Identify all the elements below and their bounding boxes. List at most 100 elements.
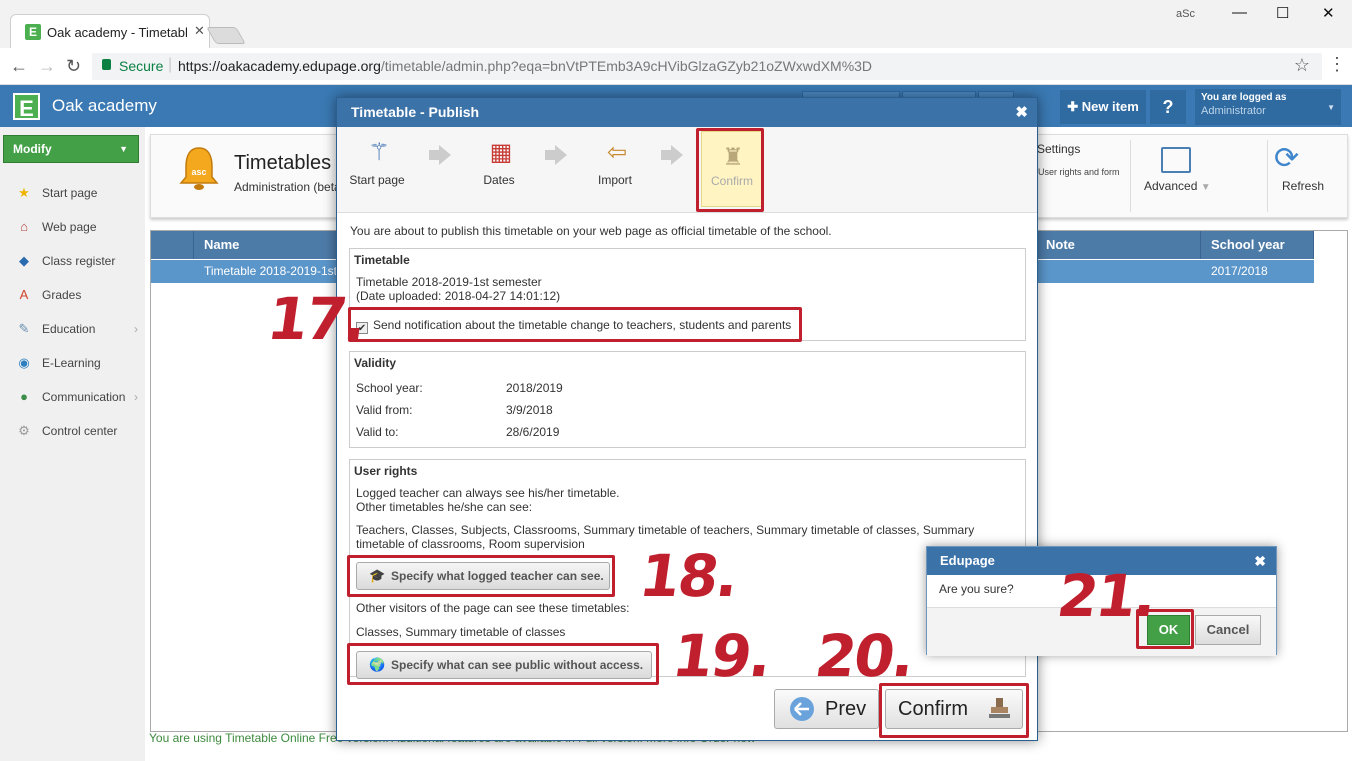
rights-teacher-line2: Other timetables he/she can see: [356, 500, 533, 514]
annotation-step-19: 19. [668, 622, 775, 690]
timetable-name: Timetable 2018-2019-1st semester [356, 275, 542, 289]
new-item-button[interactable]: ✚ New item [1060, 90, 1146, 124]
section-title: Validity [354, 356, 397, 370]
sidebar-item-label: Communication [42, 390, 126, 404]
step-start-page[interactable]: ⚚ Start page [339, 127, 415, 213]
new-item-label: New item [1081, 99, 1139, 114]
user-menu[interactable]: You are logged as Administrator ▼ [1195, 89, 1341, 125]
prev-button[interactable]: Prev [774, 689, 879, 729]
sidebar-item-e-learning[interactable]: ◉ E-Learning [16, 352, 140, 374]
login-user: Administrator [1201, 105, 1266, 117]
address-bar: ← → ↻ Secure | https://oakacademy.edupag… [0, 48, 1352, 85]
section-title: Timetable [354, 253, 410, 267]
wizard-steps: ⚚ Start page ▦ Dates ⇦ Import ♜ Confirm [337, 127, 1037, 213]
toolbar-divider [1267, 140, 1268, 212]
maximize-button[interactable]: ☐ [1276, 4, 1289, 22]
browser-tab[interactable]: E Oak academy - Timetable ✕ [10, 14, 210, 48]
sidebar-item-label: Start page [42, 186, 98, 200]
table-row-note[interactable] [1036, 260, 1201, 283]
settings-button[interactable]: Settings [1037, 142, 1080, 156]
step-dates[interactable]: ▦ Dates [461, 127, 537, 213]
cancel-button[interactable]: Cancel [1195, 615, 1261, 645]
step-label: Start page [349, 173, 405, 187]
annotation-step-17: 17. [263, 285, 370, 353]
sidebar-item-class-register[interactable]: ◆ Class register [16, 250, 140, 272]
forward-arrow-icon[interactable]: → [38, 56, 56, 77]
step-arrow-icon [661, 145, 683, 165]
dialog-title: Timetable - Publish [351, 104, 480, 120]
annotation-box-confirm-step [696, 128, 764, 212]
sidebar-item-label: Grades [42, 288, 82, 302]
sidebar-item-label: Web page [42, 220, 97, 234]
bell-text: asc [191, 167, 206, 177]
page-subtitle: Administration (beta) [234, 180, 345, 194]
sliders-icon[interactable] [1161, 147, 1191, 173]
toolbar-divider [1130, 140, 1131, 212]
extension-asc-icon[interactable]: aSc [1176, 8, 1195, 20]
validity-value: 3/9/2018 [506, 403, 553, 417]
refresh-icon[interactable]: ⟳ [1274, 141, 1299, 176]
help-button[interactable]: ? [1150, 90, 1186, 124]
sidebar-item-label: E-Learning [42, 356, 101, 370]
table-row-year[interactable]: 2017/2018 [1201, 260, 1314, 283]
table-row-select[interactable] [151, 260, 194, 283]
dialog-header: Timetable - Publish ✖ [337, 98, 1037, 127]
close-window-button[interactable]: ✕ [1322, 4, 1335, 22]
house-icon: ⌂ [20, 219, 28, 234]
settings-sub-label[interactable]: User rights and form [1038, 167, 1120, 177]
validity-label: Valid from: [356, 403, 413, 417]
edupage-logo-icon[interactable]: E [13, 93, 40, 121]
minimize-button[interactable]: — [1232, 4, 1247, 21]
annotation-step-20: 20. [811, 622, 918, 690]
sidebar-item-label: Control center [42, 424, 118, 438]
grades-icon: A [19, 287, 29, 302]
bell-icon: asc [179, 147, 219, 190]
sidebar-item-education[interactable]: ✎ Education › [16, 318, 140, 340]
sidebar-item-grades[interactable]: A Grades [16, 284, 140, 306]
annotation-step-18: 18. [635, 542, 742, 610]
sidebar-item-web-page[interactable]: ⌂ Web page [16, 216, 140, 238]
chevron-down-icon: ▼ [1327, 103, 1335, 112]
step-import[interactable]: ⇦ Import [577, 127, 653, 213]
validity-label: School year: [356, 381, 423, 395]
sidebar-item-label: Class register [42, 254, 116, 268]
validity-value: 28/6/2019 [506, 425, 560, 439]
timetable-uploaded: (Date uploaded: 2018-04-27 14:01:12) [356, 289, 561, 303]
rights-visitors-line: Other visitors of the page can see these… [356, 601, 630, 615]
annotation-box-confirm-button [879, 683, 1029, 738]
star-icon: ★ [18, 185, 30, 200]
url-field[interactable]: Secure | https://oakacademy.edupage.org/… [92, 53, 1322, 80]
url-path: /timetable/admin.php?eqa=bnVtPTEmb3A9cHV… [380, 58, 873, 74]
new-tab-button[interactable] [206, 27, 246, 44]
refresh-button[interactable]: Refresh [1282, 179, 1324, 193]
sidebar: Modify ▼ ★ Start page ⌂ Web page ◆ Class regis… [0, 127, 145, 761]
prev-label: Prev [825, 698, 867, 720]
school-name[interactable]: Oak academy [52, 96, 157, 116]
back-arrow-icon[interactable]: ← [10, 56, 28, 77]
alert-message: Are you sure? [939, 582, 1014, 596]
validity-label: Valid to: [356, 425, 399, 439]
rights-visitors-list: Classes, Summary timetable of classes [356, 625, 566, 639]
annotation-step-21: 21. [1053, 562, 1160, 630]
step-arrow-icon [429, 145, 451, 165]
close-icon[interactable]: ✖ [1015, 98, 1028, 127]
browser-tab-strip: E Oak academy - Timetable ✕ aSc — ☐ ✕ [0, 0, 1352, 48]
bookmark-star-icon[interactable]: ☆ [1294, 55, 1310, 76]
grid-header-note[interactable]: Note [1036, 231, 1201, 259]
chevron-right-icon: › [134, 322, 138, 336]
sidebar-item-communication[interactable]: ● Communication › [16, 386, 140, 408]
chevron-down-icon: ▼ [1200, 182, 1211, 193]
tab-close-icon[interactable]: ✕ [194, 23, 205, 39]
back-arrow-icon [790, 697, 814, 721]
reload-icon[interactable]: ↻ [66, 56, 81, 77]
login-caption: You are logged as [1201, 92, 1287, 103]
advanced-button[interactable]: Advanced ▼ [1144, 179, 1211, 193]
close-icon[interactable]: ✖ [1254, 547, 1266, 575]
globe-icon: ◉ [18, 355, 30, 370]
modify-button[interactable]: Modify ▼ [3, 135, 139, 163]
browser-menu-icon[interactable]: ⋮ [1328, 54, 1346, 75]
sidebar-item-start-page[interactable]: ★ Start page [16, 182, 140, 204]
annotation-box-notify [348, 307, 802, 342]
grid-header-school-year[interactable]: School year [1201, 231, 1314, 259]
sidebar-item-control-center[interactable]: ⚙ Control center [16, 420, 140, 442]
